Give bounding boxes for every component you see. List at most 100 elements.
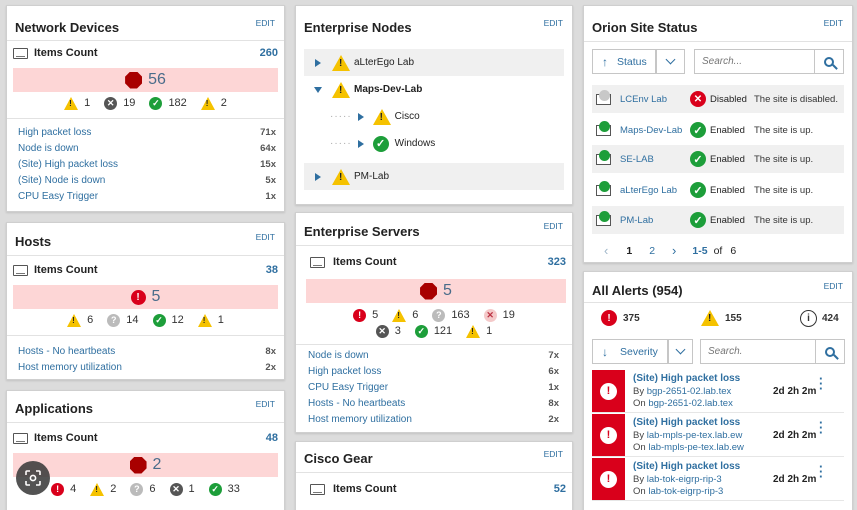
tree-item[interactable]: Maps-Dev-Lab	[304, 76, 564, 103]
alert-object-link[interactable]: bgp-2651-02.lab.tex	[648, 398, 733, 409]
edit-link[interactable]: EDIT	[544, 18, 563, 28]
list-item[interactable]: Host memory utilization 2x	[18, 359, 276, 375]
site-name[interactable]: Maps-Dev-Lab	[620, 125, 682, 136]
alert-name[interactable]: Hosts - No heartbeats	[18, 346, 115, 357]
site-name[interactable]: LCEnv Lab	[620, 94, 667, 105]
items-count-value[interactable]: 52	[554, 483, 566, 495]
tree-item-label[interactable]: Windows	[395, 138, 436, 149]
tree-item[interactable]: ····· Cisco	[304, 103, 564, 130]
next-page-icon[interactable]: ›	[672, 243, 676, 258]
items-count-value[interactable]: 323	[548, 256, 566, 268]
unknown-count[interactable]: 14	[126, 314, 138, 326]
alert-title[interactable]: (Site) High packet loss	[633, 373, 740, 384]
list-item[interactable]: CPU Easy Trigger 1x	[18, 188, 276, 204]
alert-item[interactable]: ! (Site) High packet loss By lab-mpls-pe…	[592, 414, 844, 457]
warning-count[interactable]: 6	[412, 309, 418, 321]
list-item[interactable]: Hosts - No heartbeats 8x	[18, 343, 276, 359]
tree-item-label[interactable]: PM-Lab	[354, 171, 389, 182]
alert-name[interactable]: High packet loss	[308, 366, 381, 377]
table-row[interactable]: PM-Lab ✓ Enabled The site is up.	[592, 206, 844, 234]
critical-bar[interactable]: 56	[13, 68, 278, 92]
info-summary[interactable]: i 424	[800, 310, 839, 327]
alert-name[interactable]: (Site) Node is down	[18, 175, 105, 186]
alert-name[interactable]: Host memory utilization	[308, 414, 412, 425]
critical-summary[interactable]: ! 375	[601, 310, 640, 326]
alert-object-link[interactable]: lab-tok-eigrp-rip-3	[648, 486, 723, 497]
alert-object-link[interactable]: lab-mpls-pe-tex.lab.ew	[648, 442, 744, 453]
list-item[interactable]: High packet loss 71x	[18, 124, 276, 140]
alert-name[interactable]: (Site) High packet loss	[18, 159, 118, 170]
warning-count[interactable]: 6	[87, 314, 93, 326]
edit-link[interactable]: EDIT	[824, 18, 843, 28]
tree-item[interactable]: aLterEgo Lab	[304, 49, 564, 76]
lens-search-button[interactable]	[16, 461, 50, 495]
alert-name[interactable]: CPU Easy Trigger	[308, 382, 388, 393]
table-row[interactable]: LCEnv Lab ✕ Disabled The site is disabled…	[592, 85, 844, 113]
list-item[interactable]: Node is down 7x	[308, 347, 559, 363]
unknown-count[interactable]: 6	[149, 483, 155, 495]
unreachable-count[interactable]: 19	[503, 309, 515, 321]
alert-search-input[interactable]: Search.	[700, 339, 816, 364]
sort-dropdown-button[interactable]	[668, 339, 693, 364]
sort-severity-button[interactable]: ↓ Severity	[592, 339, 668, 364]
edit-link[interactable]: EDIT	[256, 232, 275, 242]
warning-count[interactable]: 1	[84, 97, 90, 109]
edit-link[interactable]: EDIT	[544, 221, 563, 231]
error-count[interactable]: 4	[70, 483, 76, 495]
alert-name[interactable]: CPU Easy Trigger	[18, 191, 98, 202]
list-item[interactable]: (Site) High packet loss 15x	[18, 156, 276, 172]
edit-link[interactable]: EDIT	[256, 399, 275, 409]
expand-icon[interactable]	[315, 58, 321, 67]
error-count[interactable]: 5	[372, 309, 378, 321]
tree-item-label[interactable]: Maps-Dev-Lab	[354, 84, 422, 95]
expand-icon[interactable]	[357, 112, 364, 121]
alert-source-link[interactable]: lab-mpls-pe-tex.lab.ew	[647, 430, 743, 441]
alert-name[interactable]: Host memory utilization	[18, 362, 122, 373]
site-name[interactable]: aLterEgo Lab	[620, 185, 677, 196]
alert-title[interactable]: (Site) High packet loss	[633, 417, 740, 428]
table-row[interactable]: SE-LAB ✓ Enabled The site is up.	[592, 145, 844, 173]
list-item[interactable]: Hosts - No heartbeats 8x	[308, 395, 559, 411]
alert-name[interactable]: Hosts - No heartbeats	[308, 398, 405, 409]
warning-summary[interactable]: 155	[701, 310, 742, 326]
sort-dropdown-button[interactable]	[656, 49, 685, 74]
alert-name[interactable]: Node is down	[308, 350, 369, 361]
site-search-input[interactable]: Search...	[694, 49, 815, 74]
ok-count[interactable]: 12	[172, 314, 184, 326]
warning-count[interactable]: 1	[486, 325, 492, 337]
more-options-icon[interactable]: · · ·	[819, 460, 823, 483]
unmanaged-count[interactable]: 19	[123, 97, 135, 109]
edit-link[interactable]: EDIT	[256, 18, 275, 28]
tree-item[interactable]: PM-Lab	[304, 163, 564, 190]
table-row[interactable]: aLterEgo Lab ✓ Enabled The site is up.	[592, 176, 844, 204]
alert-name[interactable]: Node is down	[18, 143, 79, 154]
alert-item[interactable]: ! (Site) High packet loss By lab-tok-eig…	[592, 458, 844, 501]
expand-icon[interactable]	[315, 172, 321, 181]
page-1[interactable]: 1	[626, 245, 632, 257]
items-count-value[interactable]: 260	[260, 47, 278, 59]
edit-link[interactable]: EDIT	[544, 449, 563, 459]
ok-count[interactable]: 182	[168, 97, 186, 109]
search-button[interactable]	[815, 49, 844, 74]
warning-count[interactable]: 2	[221, 97, 227, 109]
ok-count[interactable]: 121	[434, 325, 452, 337]
down-count[interactable]: 1	[189, 483, 195, 495]
list-item[interactable]: Node is down 64x	[18, 140, 276, 156]
alert-item[interactable]: ! (Site) High packet loss By bgp-2651-02…	[592, 370, 844, 413]
critical-bar[interactable]: 5	[306, 279, 566, 303]
critical-bar[interactable]: ! 5	[13, 285, 278, 309]
items-count-value[interactable]: 38	[266, 264, 278, 276]
edit-link[interactable]: EDIT	[824, 281, 843, 291]
critical-bar[interactable]: 2	[13, 453, 278, 477]
list-item[interactable]: High packet loss 6x	[308, 363, 559, 379]
ok-count[interactable]: 33	[228, 483, 240, 495]
alert-source-link[interactable]: bgp-2651-02.lab.tex	[647, 386, 732, 397]
alert-name[interactable]: High packet loss	[18, 127, 91, 138]
site-name[interactable]: PM-Lab	[620, 215, 653, 226]
list-item[interactable]: (Site) Node is down 5x	[18, 172, 276, 188]
tree-item-label[interactable]: Cisco	[395, 111, 420, 122]
unknown-count[interactable]: 163	[451, 309, 469, 321]
down-count[interactable]: 3	[395, 325, 401, 337]
warning-count[interactable]: 1	[218, 314, 224, 326]
collapse-icon[interactable]	[314, 86, 322, 93]
